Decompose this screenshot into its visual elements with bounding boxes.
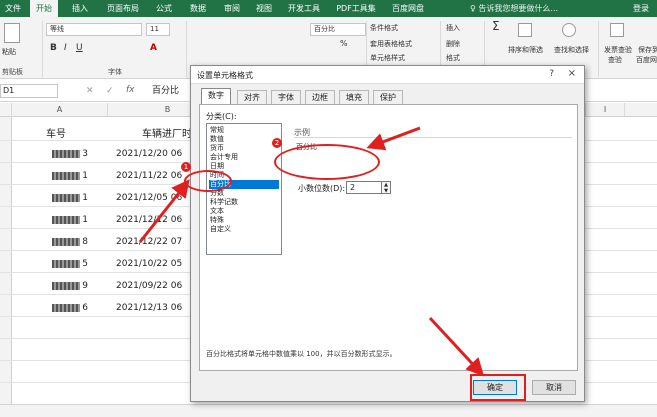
excel-window: 文件 开始 插入 页面布局 公式 数据 审阅 视图 开发工具 PDF工具集 百度…: [0, 0, 657, 417]
annotation-arrow-1: [138, 179, 190, 243]
annotation-arrow-2: [366, 126, 421, 151]
annotation-arrow-3: [428, 316, 485, 377]
annotation-arrows: [138, 126, 485, 377]
